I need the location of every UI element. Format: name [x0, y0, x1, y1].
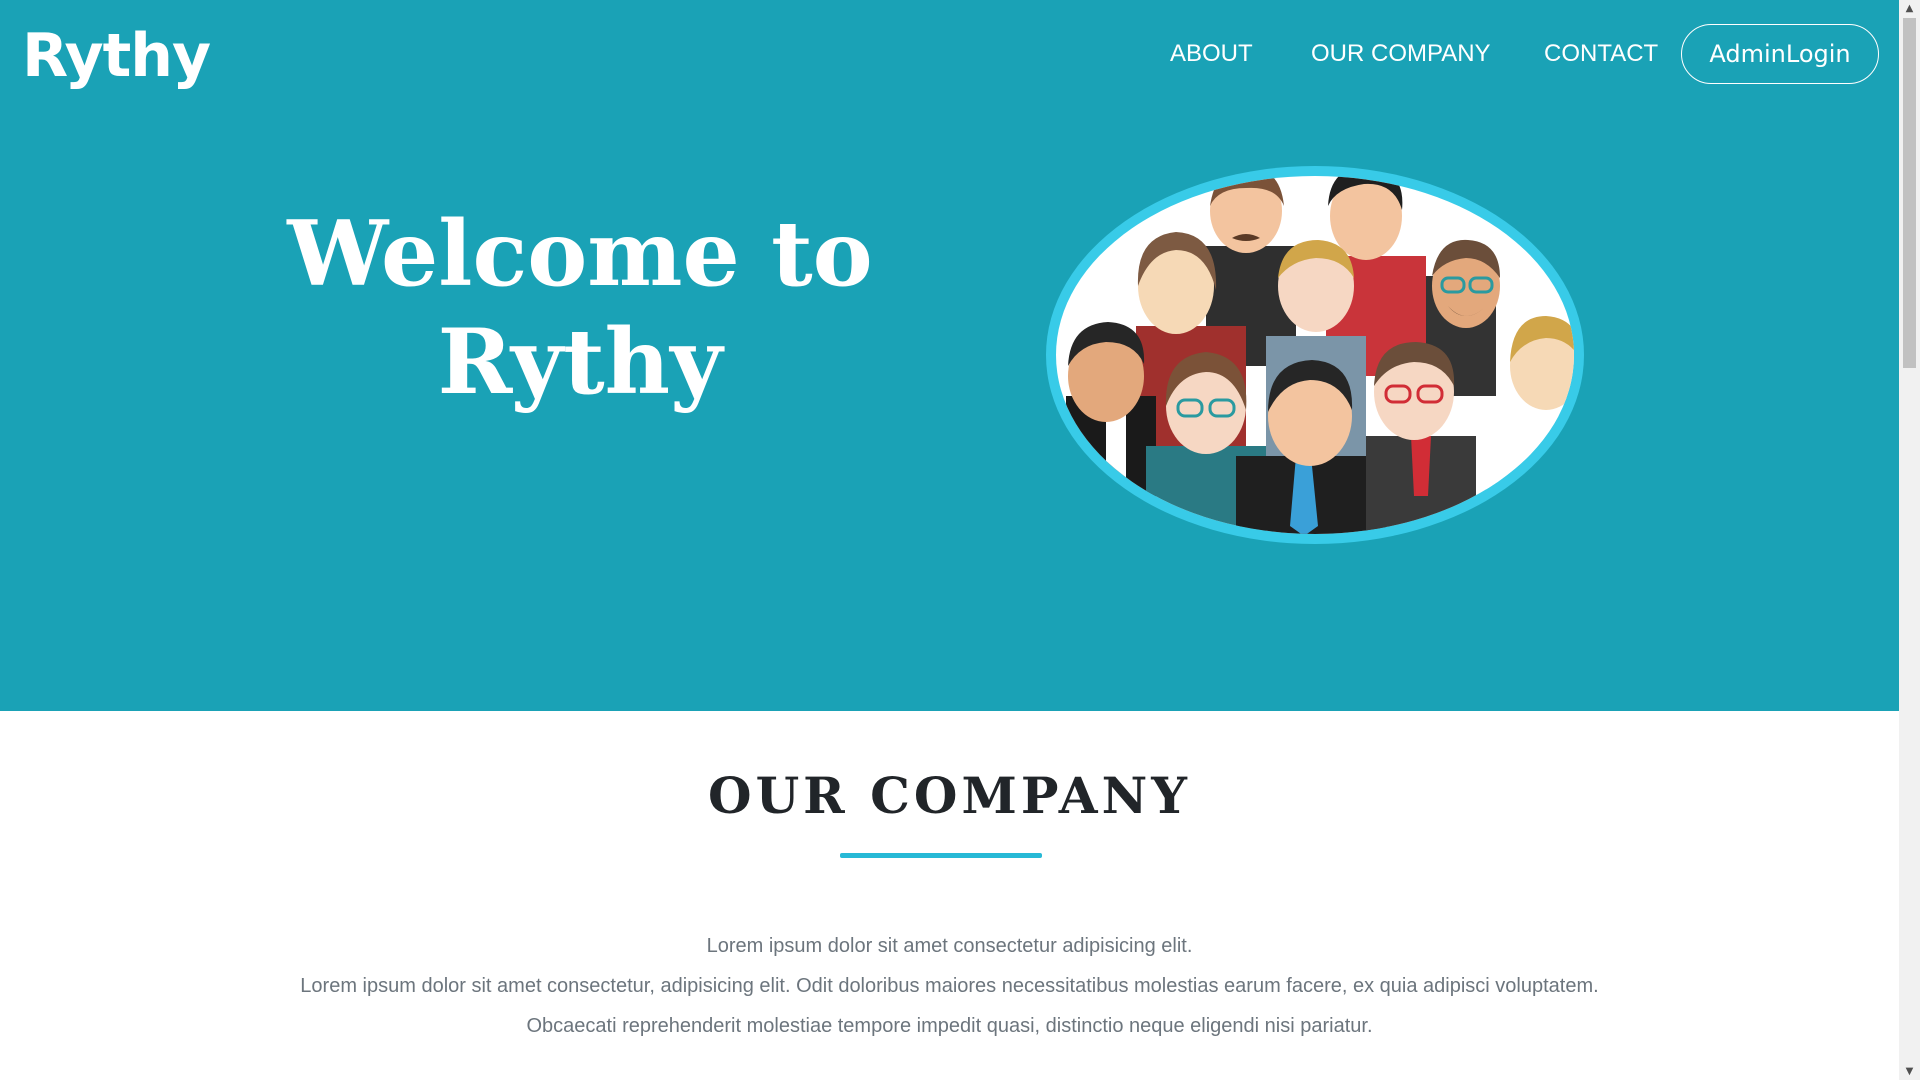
top-nav: ABOUT OUR COMPANY CONTACT AdminLogin [0, 24, 1899, 84]
hero-headline: Welcome to Rythy [250, 200, 910, 416]
company-text-line-2: Lorem ipsum dolor sit amet consectetur, … [300, 975, 1599, 997]
company-text-line-1: Lorem ipsum dolor sit amet consectetur a… [706, 935, 1193, 957]
nav-contact-link[interactable]: CONTACT [1544, 24, 1658, 84]
nav-our-company-link[interactable]: OUR COMPANY [1311, 24, 1491, 84]
team-people-illustration [1046, 166, 1584, 544]
hero-headline-line1: Welcome to [287, 201, 873, 307]
hero-headline-line2: Rythy [437, 309, 723, 415]
company-section-title: OUR COMPANY [708, 766, 1191, 825]
nav-about-link[interactable]: ABOUT [1170, 24, 1253, 84]
vertical-scrollbar[interactable]: ▲ ▼ [1899, 0, 1920, 1080]
title-underline-divider [840, 853, 1042, 858]
scroll-up-arrow-icon[interactable]: ▲ [1899, 0, 1920, 17]
scrollbar-thumb[interactable] [1903, 18, 1916, 368]
hero-section: Rythy ABOUT OUR COMPANY CONTACT AdminLog… [0, 0, 1899, 711]
scroll-down-arrow-icon[interactable]: ▼ [1899, 1063, 1920, 1080]
admin-login-button[interactable]: AdminLogin [1681, 24, 1879, 84]
company-text-line-3: Obcaecati reprehenderit molestiae tempor… [526, 1015, 1373, 1037]
